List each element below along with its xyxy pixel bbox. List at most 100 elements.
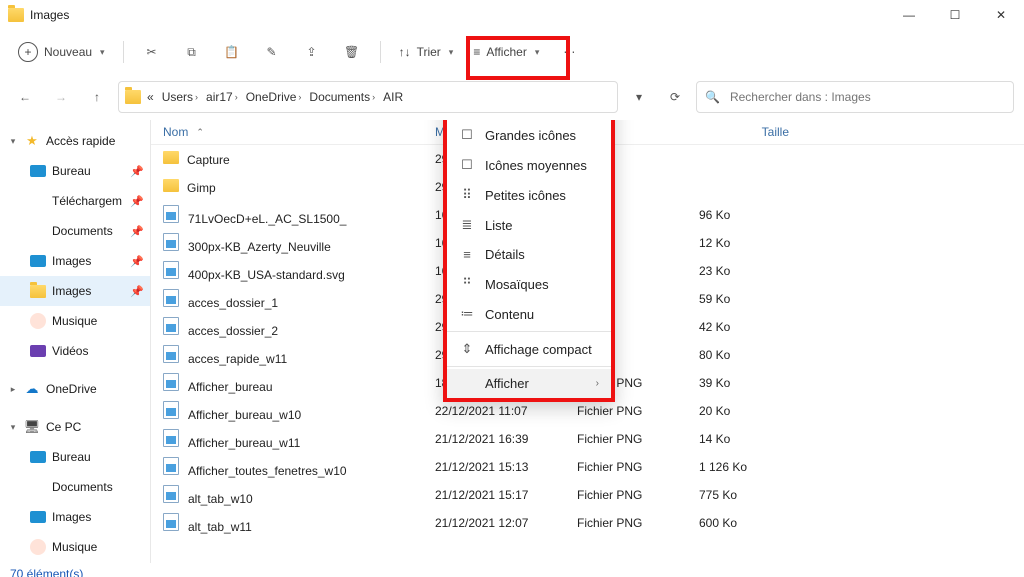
share-button[interactable]: ⇪ [294, 36, 330, 68]
sidebar-item[interactable]: Musique [0, 306, 150, 336]
delete-button[interactable]: 🗑 [334, 36, 370, 68]
menu-item[interactable]: Afficher› [447, 369, 611, 398]
sidebar-onedrive[interactable]: ▸ ☁ OneDrive [0, 374, 150, 404]
menu-item[interactable]: ☐Icônes moyennes [447, 150, 611, 180]
table-row[interactable]: alt_tab_w1021/12/2021 15:17Fichier PNG77… [151, 481, 1024, 509]
navbar: ← → ↑ « Users› air17› OneDrive› Document… [0, 74, 1024, 120]
sidebar-item[interactable]: Documents📌 [0, 216, 150, 246]
search-box[interactable]: 🔍 [696, 81, 1014, 113]
menu-item[interactable]: ⠿Petites icônes [447, 180, 611, 210]
pc-icon: 🖥 [24, 419, 40, 435]
menu-item[interactable]: ≡Détails [447, 240, 611, 269]
breadcrumb[interactable]: OneDrive› [244, 88, 304, 106]
new-button[interactable]: + Nouveau ▾ [10, 36, 113, 68]
search-input[interactable] [728, 89, 1005, 105]
cloud-icon: ☁ [24, 381, 40, 397]
col-size[interactable]: Taille [687, 125, 807, 139]
chevron-right-icon: › [596, 378, 599, 389]
status-bar: 70 élément(s) [0, 563, 1024, 577]
image-file-icon [163, 457, 179, 475]
cut-button[interactable]: ✂ [134, 36, 170, 68]
folder-icon [125, 90, 141, 104]
sidebar-item[interactable]: Documents [0, 472, 150, 502]
sort-icon: ↑↓ [399, 45, 411, 59]
maximize-button[interactable]: ☐ [932, 0, 978, 30]
menu-label: Liste [485, 218, 512, 233]
chevron-down-icon: ▾ [8, 136, 18, 147]
view-label: Afficher [486, 45, 526, 59]
file-name: alt_tab_w11 [188, 520, 252, 534]
new-label: Nouveau [44, 45, 92, 59]
folder-icon [30, 285, 46, 298]
sidebar-item-label: Musique [52, 540, 97, 554]
folder-icon [8, 8, 24, 22]
history-button[interactable]: ▾ [624, 82, 654, 112]
sidebar-item-label: Images [52, 254, 91, 268]
sidebar-item-label: Bureau [52, 164, 91, 178]
forward-button[interactable]: → [46, 82, 76, 112]
paste-button[interactable]: 📋 [214, 36, 250, 68]
window-title: Images [30, 8, 69, 22]
menu-label: Détails [485, 247, 525, 262]
file-name: Gimp [187, 181, 216, 195]
back-button[interactable]: ← [10, 82, 40, 112]
view-button[interactable]: ≡ Afficher ▾ [465, 39, 547, 65]
file-size: 20 Ko [687, 404, 807, 418]
refresh-button[interactable]: ⟳ [660, 82, 690, 112]
menu-item[interactable]: ☐Grandes icônes [447, 120, 611, 150]
file-size: 14 Ko [687, 432, 807, 446]
rename-button[interactable]: ✎ [254, 36, 290, 68]
menu-icon: ≔ [459, 306, 475, 322]
file-type: Fichier PNG [565, 488, 687, 502]
breadcrumb[interactable]: AIR [381, 88, 405, 106]
copy-button[interactable]: ⧉ [174, 36, 210, 68]
doc-icon [30, 223, 46, 239]
sidebar: ▾ ★ Accès rapide Bureau📌Téléchargem📌Docu… [0, 120, 151, 563]
image-file-icon [163, 373, 179, 391]
file-name: Afficher_toutes_fenetres_w10 [188, 464, 347, 478]
menu-item[interactable]: ⠛Mosaïques [447, 269, 611, 299]
file-name: 71LvOecD+eL._AC_SL1500_ [188, 212, 346, 226]
sidebar-item[interactable]: Images📌 [0, 276, 150, 306]
menu-item[interactable]: ≔Contenu [447, 299, 611, 329]
breadcrumb[interactable]: Documents› [307, 88, 377, 106]
image-file-icon [163, 513, 179, 531]
minimize-button[interactable]: ― [886, 0, 932, 30]
table-row[interactable]: alt_tab_w1121/12/2021 12:07Fichier PNG60… [151, 509, 1024, 537]
file-name: Capture [187, 153, 230, 167]
sidebar-thispc[interactable]: ▾ 🖥 Ce PC [0, 412, 150, 442]
sidebar-item-label: Musique [52, 314, 97, 328]
breadcrumb-overflow[interactable]: « [145, 88, 156, 106]
sidebar-item[interactable]: Bureau📌 [0, 156, 150, 186]
file-modified: 21/12/2021 15:17 [423, 488, 565, 502]
menu-item[interactable]: ⇕Affichage compact [447, 334, 611, 364]
table-row[interactable]: Afficher_toutes_fenetres_w1021/12/2021 1… [151, 453, 1024, 481]
sort-button[interactable]: ↑↓ Trier ▾ [391, 39, 462, 65]
status-text: 70 élément(s) [10, 567, 83, 577]
sidebar-item-label: Images [52, 510, 91, 524]
sidebar-item[interactable]: Images📌 [0, 246, 150, 276]
menu-icon: ⠛ [459, 276, 475, 292]
menu-icon: ≣ [459, 217, 475, 233]
sidebar-item[interactable]: Vidéos [0, 336, 150, 366]
file-name: acces_rapide_w11 [188, 352, 287, 366]
col-name[interactable]: Nom⌃ [151, 125, 423, 139]
menu-icon: ☐ [459, 127, 475, 143]
menu-item[interactable]: ≣ Liste [447, 210, 611, 240]
sidebar-item[interactable]: Images [0, 502, 150, 532]
sidebar-quick-access[interactable]: ▾ ★ Accès rapide [0, 126, 150, 156]
image-file-icon [163, 401, 179, 419]
close-button[interactable]: ✕ [978, 0, 1024, 30]
file-type: Fichier PNG [565, 432, 687, 446]
image-file-icon [163, 345, 179, 363]
sidebar-label: OneDrive [46, 382, 97, 396]
address-bar[interactable]: « Users› air17› OneDrive› Documents› AIR [118, 81, 618, 113]
sidebar-item[interactable]: Musique [0, 532, 150, 562]
table-row[interactable]: Afficher_bureau_w1121/12/2021 16:39Fichi… [151, 425, 1024, 453]
sidebar-item[interactable]: Téléchargem📌 [0, 186, 150, 216]
breadcrumb[interactable]: air17› [204, 88, 240, 106]
breadcrumb[interactable]: Users› [160, 88, 200, 106]
chevron-down-icon: ▾ [535, 47, 540, 58]
up-button[interactable]: ↑ [82, 82, 112, 112]
sidebar-item[interactable]: Bureau [0, 442, 150, 472]
